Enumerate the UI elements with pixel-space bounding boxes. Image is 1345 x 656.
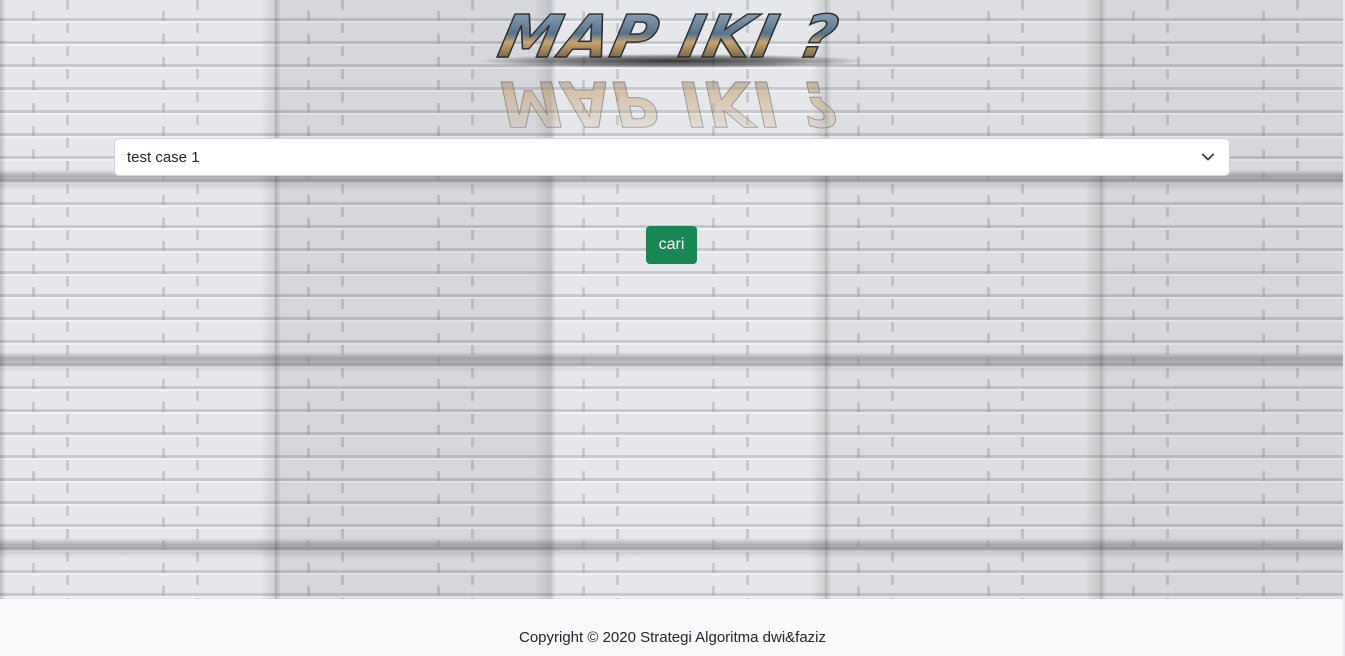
copyright-text: Copyright © 2020 Strategi Algoritma dwi&… xyxy=(518,629,827,646)
logo-text: MAP IKI ? xyxy=(492,1,877,72)
brick-wall-background: MAP IKI ? MAP IKI ? test case 1 cari xyxy=(0,0,1345,599)
site-logo: MAP IKI ? MAP IKI ? xyxy=(480,1,870,141)
chevron-down-icon xyxy=(1201,153,1215,161)
search-button[interactable]: cari xyxy=(646,226,697,264)
test-case-select[interactable]: test case 1 xyxy=(114,138,1230,176)
brick-tile xyxy=(1100,0,1345,599)
brick-tile xyxy=(0,0,275,599)
logo-reflection: MAP IKI ? xyxy=(492,67,878,141)
test-case-select-value: test case 1 xyxy=(127,148,200,166)
footer: Copyright © 2020 Strategi Algoritma dwi&… xyxy=(0,599,1345,656)
